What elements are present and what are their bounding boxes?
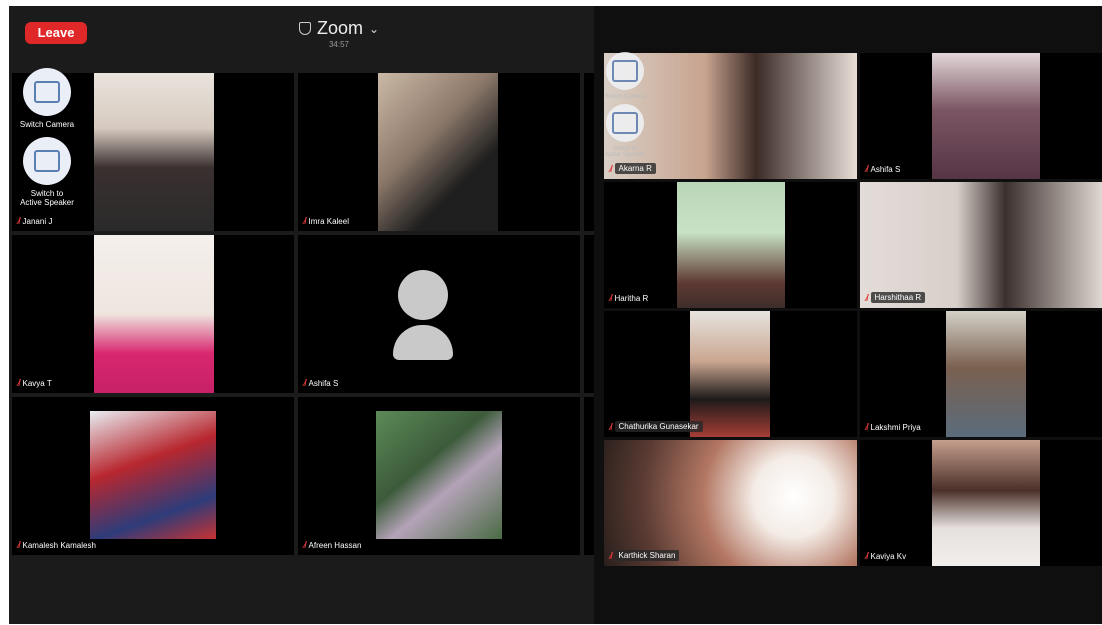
muted-mic-icon: ⁄̸: [610, 293, 612, 303]
participant-video: [604, 440, 857, 566]
video-tile[interactable]: ⁄̸ Lakshmi Priya: [860, 311, 1102, 437]
participant-video: [860, 182, 1102, 308]
participant-video: [932, 440, 1040, 566]
participant-name-tag: ⁄̸ Lakshmi Priya: [866, 422, 921, 432]
participant-name-tag: ⁄̸ Ashifa S: [866, 164, 901, 174]
active-speaker-icon: [34, 150, 60, 172]
video-tile-partial: [584, 397, 594, 555]
video-tile[interactable]: ⁄̸ Chathurika Gunasekar: [604, 311, 857, 437]
video-tile[interactable]: ⁄̸ Harshithaa R: [860, 182, 1102, 308]
right-zoom-window: ⁄̸ Akarna R ⁄̸ Ashifa S ⁄̸ Haritha R ⁄̸ Hars…: [594, 6, 1102, 624]
muted-mic-icon: ⁄̸: [866, 292, 868, 303]
participant-video: [90, 411, 216, 539]
muted-mic-icon: ⁄̸: [304, 378, 306, 388]
participant-name-tag: ⁄̸ Afreen Hassan: [304, 540, 362, 550]
participant-name-tag: ⁄̸ Kaviya Kv: [866, 551, 907, 561]
participant-name-tag: ⁄̸ Imra Kaleel: [304, 216, 349, 226]
video-tile[interactable]: ⁄̸ Kavya T: [12, 235, 294, 393]
switch-camera-label: Switch Camera: [19, 120, 75, 129]
participant-video: [94, 235, 214, 393]
video-tile[interactable]: ⁄̸ Ashifa S: [298, 235, 580, 393]
video-tile-partial: [584, 235, 594, 393]
participant-name-tag: ⁄̸ Harshithaa R: [866, 292, 926, 303]
video-tile[interactable]: ⁄̸ Kaviya Kv: [860, 440, 1102, 566]
muted-mic-icon: ⁄̸: [866, 422, 868, 432]
participant-video: [690, 311, 770, 437]
video-tile[interactable]: ⁄̸ Imra Kaleel: [298, 73, 580, 231]
participant-name-tag: ⁄̸ Chathurika Gunasekar: [610, 421, 703, 432]
participant-name-tag: ⁄̸ Haritha R: [610, 293, 649, 303]
switch-camera-icon: [612, 60, 638, 82]
video-tile[interactable]: ⁄̸ Haritha R: [604, 182, 857, 308]
default-avatar-body: [393, 325, 453, 360]
muted-mic-icon: ⁄̸: [610, 163, 612, 174]
app-title: Zoom: [316, 18, 363, 38]
switch-to-active-speaker-button[interactable]: Switch to Active Speaker: [14, 137, 80, 207]
active-speaker-icon: [612, 112, 638, 134]
meeting-timer: 34:57: [328, 40, 350, 49]
muted-mic-icon: ⁄̸: [610, 550, 612, 561]
muted-mic-icon: ⁄̸: [866, 551, 868, 561]
video-tile[interactable]: ⁄̸ Kamalesh Kamalesh: [12, 397, 294, 555]
participant-name-tag: ⁄̸ Kamalesh Kamalesh: [18, 540, 96, 550]
chevron-down-icon[interactable]: ⌄: [369, 22, 379, 36]
muted-mic-icon: ⁄̸: [18, 540, 20, 550]
muted-mic-icon: ⁄̸: [18, 378, 20, 388]
participant-video: [946, 311, 1026, 437]
participant-video: [677, 182, 785, 308]
switch-camera-button[interactable]: Switch Camera: [602, 52, 648, 100]
switch-speaker-label-line1: Switch to: [30, 189, 64, 198]
participant-name-tag: ⁄̸ Kavya T: [18, 378, 52, 388]
participant-name-tag: ⁄̸ Karthick Sharan: [610, 550, 680, 561]
video-tile-partial: [584, 73, 594, 231]
participant-video: [376, 411, 502, 539]
muted-mic-icon: ⁄̸: [866, 164, 868, 174]
participant-video: [378, 73, 498, 231]
switch-camera-label: Switch Camera: [604, 94, 646, 100]
muted-mic-icon: ⁄̸: [304, 540, 306, 550]
video-tile[interactable]: ⁄̸ Karthick Sharan: [604, 440, 857, 566]
shield-icon: [298, 22, 311, 35]
participant-name-tag: ⁄̸ Ashifa S: [304, 378, 339, 388]
participant-video: [932, 53, 1040, 179]
participant-video: [94, 73, 214, 231]
muted-mic-icon: ⁄̸: [610, 421, 612, 432]
switch-speaker-label-line2: Active Speaker: [604, 152, 646, 158]
participant-name-tag: ⁄̸ Akarna R: [610, 163, 656, 174]
muted-mic-icon: ⁄̸: [18, 216, 20, 226]
video-tile[interactable]: ⁄̸ Ashifa S: [860, 53, 1102, 179]
participant-name-tag: ⁄̸ Janani J: [18, 216, 53, 226]
switch-speaker-label-line2: Active Speaker: [20, 198, 74, 207]
muted-mic-icon: ⁄̸: [304, 216, 306, 226]
switch-camera-button[interactable]: Switch Camera: [14, 68, 80, 129]
switch-to-active-speaker-button[interactable]: Switch to Active Speaker: [602, 104, 648, 158]
meeting-title[interactable]: Zoom ⌄ 34:57: [279, 18, 399, 49]
leave-button[interactable]: Leave: [25, 22, 87, 44]
video-tile[interactable]: ⁄̸ Afreen Hassan: [298, 397, 580, 555]
switch-camera-icon: [34, 81, 60, 103]
left-zoom-window: Leave Zoom ⌄ 34:57 ⁄̸ Janani J ⁄̸ Imra Kal…: [9, 6, 594, 624]
default-avatar-icon: [398, 270, 448, 320]
